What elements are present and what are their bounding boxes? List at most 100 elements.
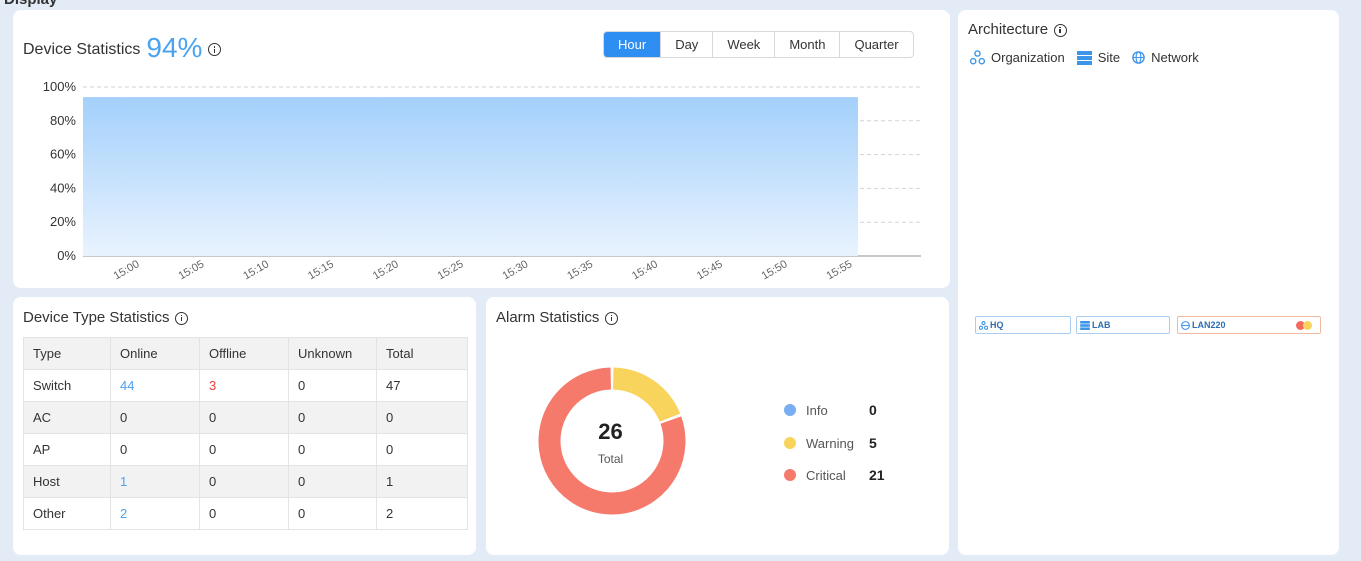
alarm-statistics-header: Alarm Statistics (496, 309, 619, 326)
device-type-statistics-header: Device Type Statistics (23, 309, 189, 326)
tree-node-lab[interactable]: LAB (1076, 316, 1170, 334)
alarm-total-value: 26 (598, 419, 623, 444)
x-tick-label: 15:10 (241, 258, 271, 282)
x-tick-label: 15:15 (306, 258, 336, 282)
table-row: Other 2 0 0 2 (23, 497, 468, 530)
site-icon (1076, 50, 1092, 65)
legend-item-warning[interactable]: Warning 5 (784, 433, 877, 453)
y-tick-label: 80% (50, 113, 76, 128)
table-row: Switch 44 3 0 47 (23, 369, 468, 402)
cell-online-link[interactable]: 2 (110, 497, 200, 530)
column-header-unknown: Unknown (288, 337, 377, 370)
device-statistics-title: Device Statistics (23, 41, 141, 58)
cell-unknown: 0 (288, 497, 377, 530)
legend-label: Critical (806, 467, 846, 483)
legend-item-info[interactable]: Info 0 (784, 400, 877, 420)
legend-item-critical[interactable]: Critical 21 (784, 465, 885, 485)
device-statistics-header: Device Statistics 94% (23, 32, 222, 64)
legend-label: Info (806, 402, 828, 418)
organization-icon (979, 320, 988, 330)
legend-label: Warning (806, 435, 854, 451)
x-tick-label: 15:50 (760, 258, 790, 282)
alarm-statistics-card: Alarm Statistics 26 Total Info 0 Warning… (486, 297, 949, 555)
warning-dot-icon (784, 437, 796, 449)
cell-total: 1 (376, 465, 468, 498)
x-tick-label: 15:55 (824, 258, 854, 282)
network-icon (1132, 51, 1145, 64)
legend-network-label: Network (1151, 50, 1199, 65)
donut-slice-warning[interactable] (612, 367, 681, 423)
site-icon (1080, 320, 1090, 330)
tree-node-lan220[interactable]: LAN220 (1177, 316, 1321, 334)
architecture-legend: Organization Site Network (970, 50, 1211, 65)
legend-value: 0 (869, 402, 877, 418)
organization-icon (970, 50, 985, 65)
info-icon[interactable] (605, 311, 619, 325)
cell-offline: 0 (199, 401, 289, 434)
range-hour-button[interactable]: Hour (604, 32, 661, 57)
architecture-card: Architecture Organization Site Network H… (958, 10, 1339, 555)
device-type-table: Type Online Offline Unknown Total Switch… (23, 337, 468, 530)
column-header-online: Online (110, 337, 200, 370)
range-month-button[interactable]: Month (774, 32, 839, 57)
range-quarter-button[interactable]: Quarter (839, 32, 912, 57)
critical-dot-icon (784, 469, 796, 481)
node-label: LAN220 (1192, 320, 1226, 330)
x-tick-label: 15:05 (176, 258, 206, 282)
tree-node-hq[interactable]: HQ (975, 316, 1071, 334)
y-tick-label: 0% (57, 248, 76, 263)
online-percent: 94% (146, 32, 203, 63)
cell-online: 0 (110, 401, 200, 434)
node-label: LAB (1092, 320, 1111, 330)
table-row: AC 0 0 0 0 (23, 401, 468, 434)
x-tick-label: 15:35 (565, 258, 595, 282)
y-tick-label: 40% (50, 180, 76, 195)
info-icon[interactable] (1054, 23, 1068, 37)
alarm-statistics-title: Alarm Statistics (496, 309, 600, 326)
column-header-total: Total (376, 337, 468, 370)
cell-total: 0 (376, 401, 468, 434)
cell-total: 47 (376, 369, 468, 402)
table-header-row: Type Online Offline Unknown Total (23, 337, 468, 370)
cell-online-link[interactable]: 44 (110, 369, 200, 402)
alarm-total-label: Total (597, 452, 624, 466)
device-type-statistics-title: Device Type Statistics (23, 309, 170, 326)
cell-unknown: 0 (288, 465, 377, 498)
table-row: Host 1 0 0 1 (23, 465, 468, 498)
cell-total: 2 (376, 497, 468, 530)
legend-value: 5 (869, 435, 877, 451)
info-dot-icon (784, 404, 796, 416)
column-header-type: Type (23, 337, 111, 370)
x-tick-label: 15:20 (371, 258, 401, 282)
y-tick-label: 60% (50, 147, 76, 162)
cell-offline-link[interactable]: 3 (199, 369, 289, 402)
architecture-title: Architecture (968, 21, 1049, 38)
cell-type: AP (23, 433, 111, 466)
y-tick-label: 20% (50, 214, 76, 229)
cell-offline: 0 (199, 433, 289, 466)
legend-organization-label: Organization (991, 50, 1065, 65)
range-day-button[interactable]: Day (660, 32, 712, 57)
x-tick-label: 15:30 (500, 258, 530, 282)
info-icon[interactable] (208, 43, 222, 57)
x-tick-label: 15:40 (630, 258, 660, 282)
x-tick-label: 15:25 (436, 258, 466, 282)
legend-value: 21 (869, 467, 885, 483)
x-tick-label: 15:00 (112, 258, 142, 282)
x-tick-label: 15:45 (695, 258, 725, 282)
cell-online: 0 (110, 433, 200, 466)
y-tick-label: 100% (43, 79, 77, 94)
cell-type: Switch (23, 369, 111, 402)
cell-type: AC (23, 401, 111, 434)
node-label: HQ (990, 320, 1004, 330)
table-row: AP 0 0 0 0 (23, 433, 468, 466)
cell-online-link[interactable]: 1 (110, 465, 200, 498)
cell-unknown: 0 (288, 433, 377, 466)
page-title: Display (4, 0, 57, 8)
info-icon[interactable] (175, 311, 189, 325)
network-icon (1181, 320, 1190, 330)
architecture-header: Architecture (968, 21, 1068, 38)
device-statistics-chart: 0% 20% 40% 60% 80% 100% 15:00 15:05 15:10 15:15 1… (43, 79, 921, 282)
range-week-button[interactable]: Week (712, 32, 774, 57)
device-statistics-card: Device Statistics 94% Hour Day Week Month… (13, 10, 950, 288)
